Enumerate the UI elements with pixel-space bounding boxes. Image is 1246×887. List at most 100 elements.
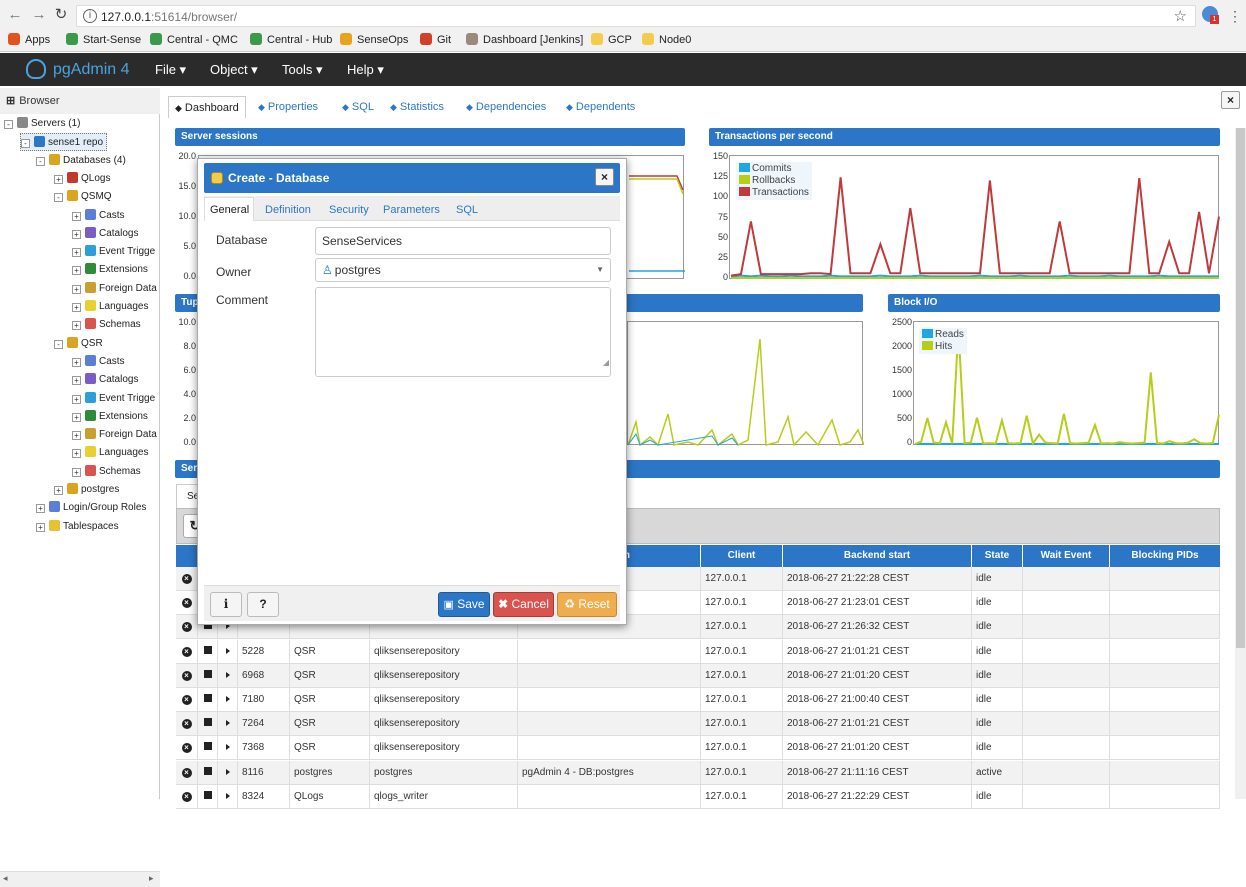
- col-header-client[interactable]: Client: [701, 545, 783, 567]
- tree-node[interactable]: + QLogs: [54, 170, 110, 188]
- expand-row-icon[interactable]: [225, 744, 230, 751]
- tree-node[interactable]: + Event Trigge: [72, 390, 155, 408]
- tree-node[interactable]: - sense1 repo: [20, 133, 108, 152]
- col-header-state[interactable]: State: [972, 545, 1023, 567]
- tree-node[interactable]: + Foreign Data: [72, 280, 157, 298]
- dialog-close-button[interactable]: ×: [595, 168, 614, 186]
- tree-node[interactable]: + Event Trigge: [72, 243, 155, 261]
- terminate-session-icon[interactable]: ×: [181, 791, 192, 802]
- info-icon[interactable]: i: [83, 9, 97, 23]
- expand-icon[interactable]: +: [72, 321, 81, 331]
- dashboard-vertical-scrollbar[interactable]: [1235, 128, 1246, 799]
- expand-row-icon[interactable]: [225, 792, 230, 799]
- brand[interactable]: pgAdmin 4: [26, 53, 130, 86]
- dialog-tab-parameters[interactable]: Parameters: [383, 201, 440, 219]
- cancel-query-icon[interactable]: [203, 790, 212, 799]
- bookmark-1[interactable]: Start-Sense: [66, 32, 141, 48]
- bookmark-2[interactable]: Central - QMC: [150, 32, 238, 48]
- tree-node[interactable]: + Catalogs: [72, 371, 138, 389]
- collapse-icon[interactable]: -: [4, 120, 13, 129]
- comment-textarea[interactable]: ◢: [315, 287, 611, 377]
- forward-arrow-icon[interactable]: →: [30, 6, 48, 24]
- bookmark-0[interactable]: Apps: [8, 32, 50, 48]
- bookmark-5[interactable]: Git: [420, 32, 451, 48]
- terminate-session-icon[interactable]: ×: [181, 767, 192, 778]
- tree-node[interactable]: + Catalogs: [72, 225, 138, 243]
- bookmark-4[interactable]: SenseOps: [340, 32, 408, 48]
- tree-node[interactable]: + Schemas: [72, 316, 141, 334]
- tab-dependencies[interactable]: ◆ Dependencies: [460, 96, 552, 118]
- expand-icon[interactable]: +: [54, 174, 63, 184]
- tree-node[interactable]: + Foreign Data: [72, 426, 157, 444]
- expand-icon[interactable]: +: [72, 248, 81, 258]
- bookmark-7[interactable]: GCP: [591, 32, 632, 48]
- expand-icon[interactable]: +: [72, 266, 81, 276]
- expand-row-icon[interactable]: [225, 647, 230, 654]
- resize-handle-icon[interactable]: ◢: [603, 350, 609, 376]
- expand-row-icon[interactable]: [225, 768, 230, 775]
- dialog-tab-sql[interactable]: SQL: [456, 201, 478, 219]
- tab-statistics[interactable]: ◆ Statistics: [384, 96, 450, 118]
- expand-row-icon[interactable]: [225, 720, 230, 727]
- expand-icon[interactable]: +: [72, 229, 81, 239]
- tree-node[interactable]: + Login/Group Roles: [36, 499, 146, 517]
- bookmark-3[interactable]: Central - Hub: [250, 32, 332, 48]
- cancel-query-icon[interactable]: [203, 718, 212, 727]
- terminate-session-icon[interactable]: ×: [181, 574, 192, 584]
- tree-node[interactable]: + Languages: [72, 444, 149, 462]
- tree-node[interactable]: + Schemas: [72, 463, 141, 481]
- expand-icon[interactable]: +: [72, 467, 81, 477]
- table-row[interactable]: × 8116 postgres postgres pgAdmin 4 - DB:post…: [176, 760, 1220, 785]
- tree-horizontal-scrollbar[interactable]: ◂ ▸: [0, 871, 160, 887]
- tree-node[interactable]: - QSR: [54, 335, 103, 353]
- back-arrow-icon[interactable]: ←: [6, 6, 24, 24]
- expand-row-icon[interactable]: [225, 696, 230, 702]
- tree-node[interactable]: + Tablespaces: [36, 518, 119, 536]
- reload-icon[interactable]: ↻: [52, 6, 70, 24]
- expand-icon[interactable]: +: [72, 357, 81, 367]
- menu-file[interactable]: File ▾: [155, 53, 186, 86]
- expand-icon[interactable]: +: [72, 284, 81, 294]
- table-row[interactable]: × 7180 QSR qliksenserepository 127.0.0.1 2018…: [176, 688, 1220, 712]
- tree-node[interactable]: + Languages: [72, 298, 149, 316]
- browser-menu-icon[interactable]: ⋮: [1228, 8, 1242, 25]
- bookmark-star-icon[interactable]: ☆: [1174, 7, 1187, 25]
- expand-icon[interactable]: +: [72, 394, 81, 404]
- collapse-icon[interactable]: -: [54, 193, 63, 203]
- collapse-icon[interactable]: -: [54, 339, 63, 349]
- table-row[interactable]: × 5228 QSR qliksenserepository 127.0.0.1 2018…: [176, 639, 1220, 664]
- tree-node[interactable]: + Extensions: [72, 261, 148, 279]
- tab-sql[interactable]: ◆ SQL: [336, 96, 380, 118]
- dialog-tab-security[interactable]: Security: [329, 201, 369, 219]
- cancel-query-icon[interactable]: [203, 645, 212, 654]
- reset-button[interactable]: ♻ Reset: [557, 592, 617, 617]
- tree-node[interactable]: + postgres: [54, 481, 119, 499]
- database-name-input[interactable]: SenseServices: [315, 227, 611, 255]
- tab-properties[interactable]: ◆ Properties: [252, 96, 324, 118]
- col-header-blocking-pids[interactable]: Blocking PIDs: [1110, 545, 1220, 567]
- expand-icon[interactable]: +: [72, 431, 81, 441]
- terminate-session-icon[interactable]: ×: [181, 622, 192, 633]
- tree-node[interactable]: + Casts: [72, 353, 125, 371]
- tree-node[interactable]: - QSMQ: [54, 188, 112, 206]
- table-row[interactable]: × 6968 QSR qliksenserepository 127.0.0.1 2018…: [176, 663, 1220, 688]
- expand-icon[interactable]: +: [36, 522, 45, 532]
- expand-icon[interactable]: +: [54, 486, 63, 495]
- bookmark-8[interactable]: Node0: [642, 32, 691, 48]
- cancel-query-icon[interactable]: [203, 694, 212, 702]
- expand-icon[interactable]: +: [72, 449, 81, 459]
- expand-row-icon[interactable]: [225, 671, 230, 678]
- table-row[interactable]: × 7368 QSR qliksenserepository 127.0.0.1 2018…: [176, 736, 1220, 761]
- expand-icon[interactable]: +: [72, 303, 81, 312]
- terminate-session-icon[interactable]: ×: [181, 670, 192, 681]
- terminate-session-icon[interactable]: ×: [181, 719, 192, 730]
- dialog-header[interactable]: Create - Database ×: [204, 163, 620, 193]
- expand-icon[interactable]: +: [72, 376, 81, 386]
- menu-object[interactable]: Object ▾: [210, 53, 258, 86]
- tree-node[interactable]: - Databases (4): [36, 152, 126, 170]
- cancel-button[interactable]: ✖ Cancel: [493, 592, 554, 617]
- terminate-session-icon[interactable]: ×: [181, 695, 192, 705]
- help-button[interactable]: ?: [247, 592, 279, 617]
- dialog-tab-definition[interactable]: Definition: [265, 201, 311, 219]
- terminate-session-icon[interactable]: ×: [181, 598, 192, 609]
